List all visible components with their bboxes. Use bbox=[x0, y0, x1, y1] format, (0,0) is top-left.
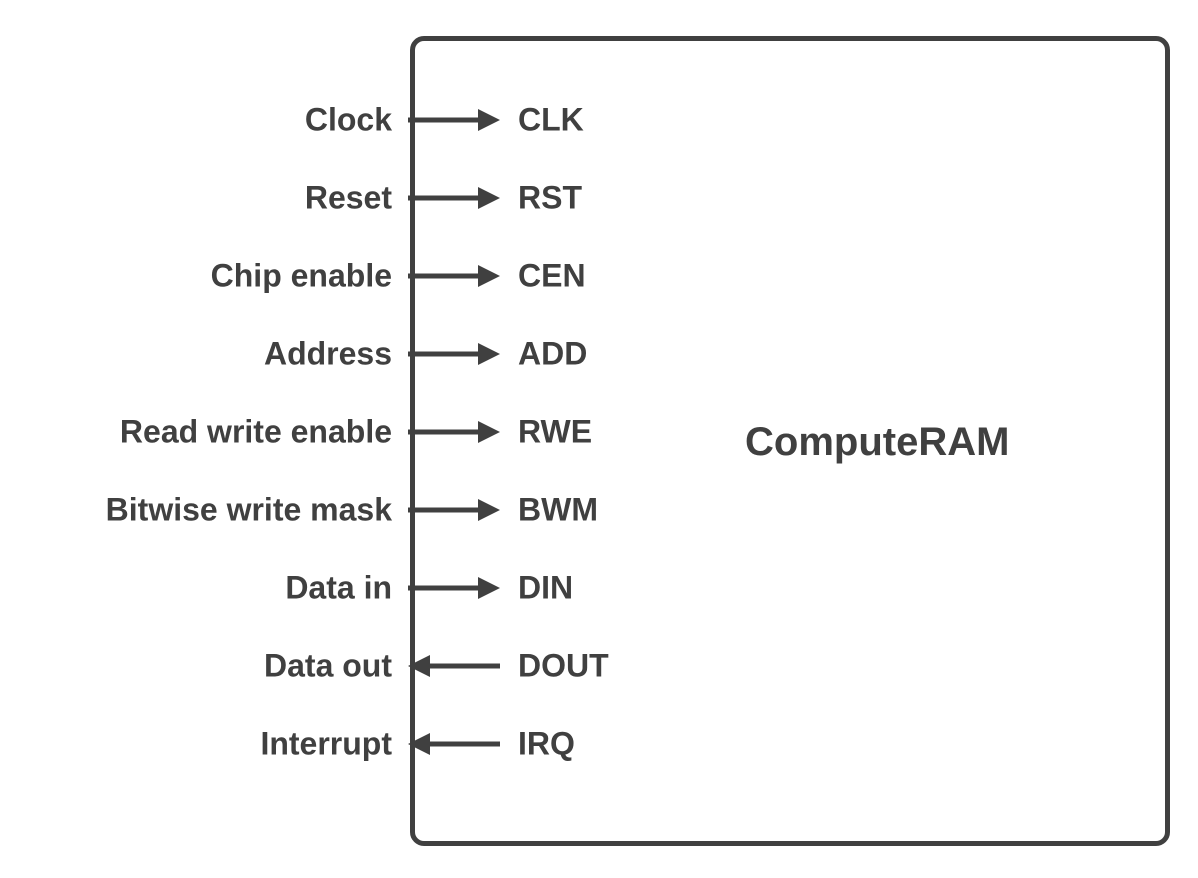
external-signal-label: Chip enable bbox=[211, 258, 392, 295]
signal-row: Data in DIN bbox=[0, 568, 1198, 608]
signal-row: Data out DOUT bbox=[0, 646, 1198, 686]
internal-signal-label: RST bbox=[518, 180, 582, 217]
arrow-right-icon bbox=[406, 105, 502, 135]
external-signal-label: Reset bbox=[305, 180, 392, 217]
signal-row: Chip enable CEN bbox=[0, 256, 1198, 296]
arrow-right-icon bbox=[406, 495, 502, 525]
external-signal-label: Data out bbox=[264, 648, 392, 685]
diagram-canvas: ComputeRAM ClockCLKResetRSTChip enableCE… bbox=[0, 0, 1198, 878]
external-signal-label: Read write enable bbox=[120, 414, 392, 451]
signal-row: Address ADD bbox=[0, 334, 1198, 374]
internal-signal-label: RWE bbox=[518, 414, 592, 451]
external-signal-label: Interrupt bbox=[260, 726, 392, 763]
external-signal-label: Bitwise write mask bbox=[106, 492, 392, 529]
arrow-left-icon bbox=[406, 729, 502, 759]
signal-row: Clock CLK bbox=[0, 100, 1198, 140]
internal-signal-label: ADD bbox=[518, 336, 587, 373]
internal-signal-label: CLK bbox=[518, 102, 584, 139]
internal-signal-label: IRQ bbox=[518, 726, 575, 763]
arrow-left-icon bbox=[406, 651, 502, 681]
internal-signal-label: BWM bbox=[518, 492, 598, 529]
internal-signal-label: DIN bbox=[518, 570, 573, 607]
internal-signal-label: DOUT bbox=[518, 648, 609, 685]
external-signal-label: Address bbox=[264, 336, 392, 373]
arrow-right-icon bbox=[406, 339, 502, 369]
arrow-right-icon bbox=[406, 183, 502, 213]
arrow-right-icon bbox=[406, 417, 502, 447]
signal-row: Read write enable RWE bbox=[0, 412, 1198, 452]
arrow-right-icon bbox=[406, 573, 502, 603]
signal-row: Reset RST bbox=[0, 178, 1198, 218]
external-signal-label: Clock bbox=[305, 102, 392, 139]
arrow-right-icon bbox=[406, 261, 502, 291]
internal-signal-label: CEN bbox=[518, 258, 586, 295]
external-signal-label: Data in bbox=[285, 570, 392, 607]
signal-row: Interrupt IRQ bbox=[0, 724, 1198, 764]
signal-row: Bitwise write mask BWM bbox=[0, 490, 1198, 530]
